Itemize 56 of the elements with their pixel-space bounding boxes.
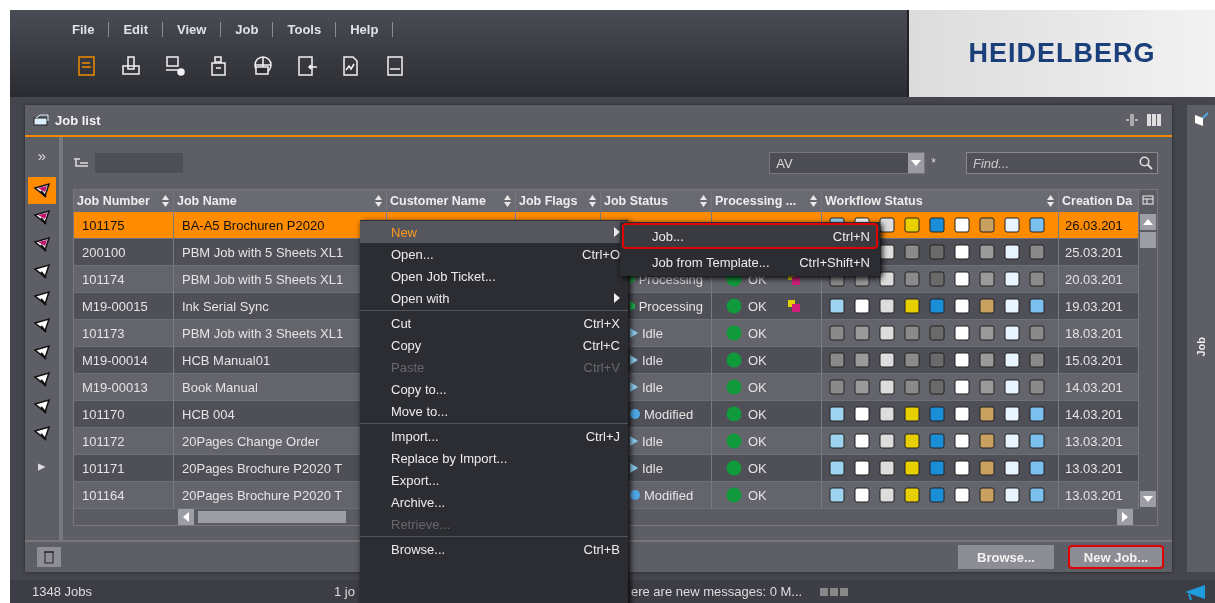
job-count: 1348 Jobs (32, 584, 92, 599)
panel-title: Job list (55, 112, 102, 128)
table-cell: 101175 (82, 217, 125, 233)
table-cell: PBM Job with 5 Sheets XL1 (182, 244, 344, 260)
table-cell: Book Manual (182, 379, 258, 395)
table-cell: 200100 (82, 244, 126, 260)
table-cell: 14.03.201 (1065, 379, 1123, 395)
table-cell: OK (748, 352, 767, 368)
table-cell: Idle (642, 379, 663, 395)
table-cell: 20Pages Change Order (182, 433, 320, 449)
table-cell: 101174 (82, 271, 125, 287)
table-cell: 101172 (82, 433, 125, 449)
table-cell: 20Pages Brochure P2020 T (182, 487, 343, 503)
table-cell: OK (748, 487, 767, 503)
table-cell: HCB 004 (182, 406, 235, 422)
table-cell: M19-00013 (82, 379, 148, 395)
table-cell: BA-A5 Brochuren P2020 (182, 217, 325, 233)
logo: HEIDELBERG (968, 38, 1156, 69)
table-cell: 20.03.201 (1065, 271, 1123, 287)
table-cell: 14.03.201 (1065, 406, 1123, 422)
table-cell: OK (748, 433, 767, 449)
table-cell: 26.03.201 (1065, 217, 1123, 233)
table-cell: OK (748, 325, 767, 341)
table-cell: Processing (638, 271, 703, 287)
table-cell: OK (748, 298, 767, 314)
message-text: ere are new messages: 0 M... (630, 584, 803, 599)
table-cell: 101170 (82, 406, 125, 422)
table-cell: 101171 (82, 460, 125, 476)
table-cell: 13.03.201 (1065, 433, 1123, 449)
table-cell: 13.03.201 (1065, 487, 1123, 503)
table-cell: M19-00014 (82, 352, 148, 368)
table-cell: Idle (642, 325, 663, 341)
table-cell: 25.03.201 (1065, 244, 1123, 260)
table-cell: Idle (642, 460, 663, 476)
table-cell: OK (748, 460, 767, 476)
table-cell: PBM Job with 3 Sheets XL1 (182, 325, 344, 341)
table-cell: OK (748, 379, 767, 395)
table-cell: Idle (642, 433, 663, 449)
table-cell: Idle (642, 352, 663, 368)
table-cell: M19-00015 (82, 298, 148, 314)
table-cell: Modified (644, 406, 694, 422)
table-cell: Modified (644, 487, 694, 503)
table-cell: PBM Job with 5 Sheets XL1 (182, 271, 344, 287)
table-cell: OK (748, 406, 767, 422)
table-cell: 101173 (82, 325, 125, 341)
table-cell: 13.03.201 (1065, 460, 1123, 476)
table-cell: HCB Manual01 (182, 352, 271, 368)
table-cell: Ink Serial Sync (182, 298, 269, 314)
table-cell: Processing (638, 298, 703, 314)
table-cell: 18.03.201 (1065, 325, 1123, 341)
table-cell: 20Pages Brochure P2020 T (182, 460, 343, 476)
table-cell: 19.03.201 (1065, 298, 1123, 314)
selection-count: 1 jo (334, 584, 355, 599)
table-cell: 15.03.201 (1065, 352, 1123, 368)
asterisk: * (931, 156, 936, 170)
table-cell: 101164 (82, 487, 125, 503)
